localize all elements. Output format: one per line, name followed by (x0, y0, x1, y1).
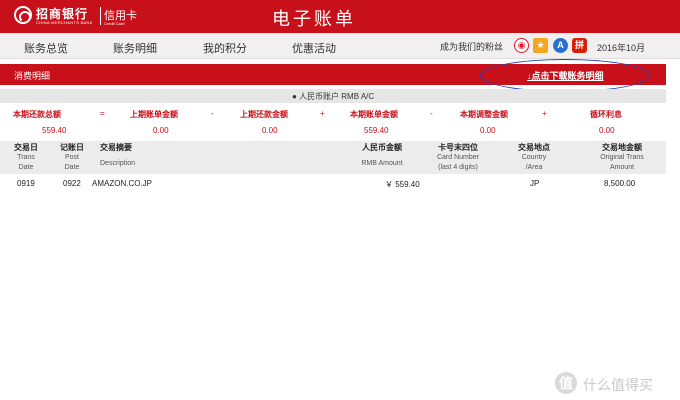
nav-item-points[interactable]: 我的积分 (203, 40, 247, 56)
nav-item-promotions[interactable]: 优惠活动 (292, 40, 336, 56)
bank-logo-icon (14, 6, 32, 24)
cell-description: AMAZON.CO.JP (92, 179, 153, 188)
weibo-icon[interactable]: ◉ (514, 38, 529, 53)
summary-operator: + (320, 109, 325, 118)
column-header-post-date: 记账日 Post Date (60, 143, 84, 171)
column-header-country: 交易地点 Country /Area (518, 143, 550, 171)
column-header-card-last4: 卡号末四位 Card Number (last 4 digits) (436, 143, 479, 171)
column-header-rmb-amount: 人民币金额 RMB Amount (361, 143, 403, 167)
summary-label-interest: 循环利息 (590, 110, 622, 119)
summary-operator: = (100, 109, 105, 118)
table-header: 交易日 Trans Date 记账日 Post Date 交易摘要 Descri… (0, 141, 666, 174)
summary-operator: + (542, 109, 547, 118)
a-icon[interactable]: A (553, 38, 568, 53)
cell-original-amount: 8,500.00 (604, 179, 636, 188)
summary-operator: - (211, 109, 214, 118)
star-icon[interactable]: ★ (533, 38, 548, 53)
column-header-trans-date: 交易日 Trans Date (14, 143, 38, 171)
column-header-description: 交易摘要 Description (100, 143, 136, 167)
highlight-oval (480, 59, 650, 92)
summary-label-adjustment: 本期调整金额 (460, 110, 508, 119)
cell-rmb-amount: ￥ 559.40 (385, 180, 420, 189)
page-title: 电子账单 (272, 9, 356, 29)
header-bar: 招商银行 CHINA MERCHANTS BANK 信用卡 Credit Car… (0, 0, 680, 33)
section-title: 消费明细 (14, 71, 51, 81)
cell-post-date: 0922 (63, 179, 81, 188)
summary-label-current-balance: 本期账单金额 (350, 110, 398, 119)
summary-label-total-due: 本期还款总额 (13, 110, 61, 119)
cell-country: JP (530, 179, 540, 188)
summary-value-prev-payment: 0.00 (262, 126, 278, 135)
watermark-text: 什么值得买 (583, 377, 653, 393)
card-label-en: Credit Card (104, 21, 125, 26)
watermark-logo-icon: 值 (555, 372, 577, 394)
currency-bar: ● 人民币账户 RMB A/C (0, 89, 666, 103)
fans-label: 成为我们的粉丝 (440, 42, 504, 52)
pin-icon[interactable]: 拼 (572, 38, 587, 53)
currency-label: ● 人民币账户 RMB A/C (292, 92, 375, 101)
column-header-original-amount: 交易地金额 Original Trans Amount (600, 143, 644, 171)
summary-value-prev-balance: 0.00 (153, 126, 169, 135)
summary-value-adjustment: 0.00 (480, 126, 496, 135)
bank-name-en: CHINA MERCHANTS BANK (36, 20, 93, 25)
summary-label-prev-payment: 上期还款金额 (240, 110, 288, 119)
summary-operator: - (430, 109, 433, 118)
summary-label-prev-balance: 上期账单金额 (130, 110, 178, 119)
summary-value-interest: 0.00 (599, 126, 615, 135)
statement-date: 2016年10月 (597, 43, 646, 53)
nav-bar: 账务总览 账务明细 我的积分 优惠活动 成为我们的粉丝 ◉ ★ A 拼 2016… (0, 33, 680, 59)
cell-trans-date: 0919 (17, 179, 35, 188)
logo-divider (100, 7, 101, 25)
summary-value-total-due: 559.40 (42, 126, 67, 135)
summary-value-current-balance: 559.40 (364, 126, 389, 135)
nav-item-details[interactable]: 账务明细 (113, 40, 157, 56)
nav-item-overview[interactable]: 账务总览 (24, 40, 68, 56)
